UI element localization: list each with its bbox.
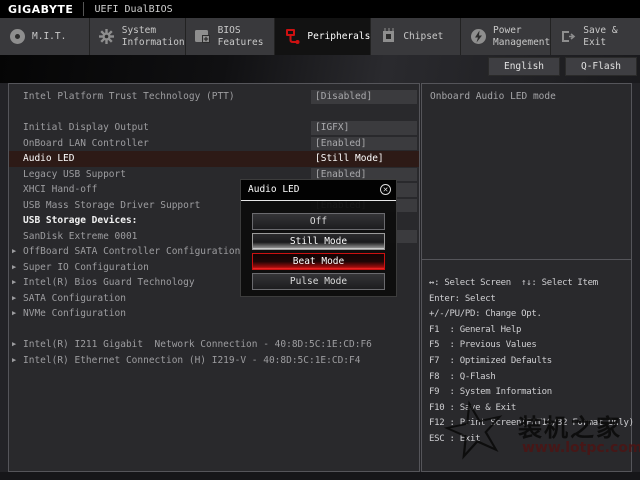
setting-label: Legacy USB Support [23, 167, 126, 183]
help-panel-divider [422, 259, 631, 260]
setting-label: OnBoard LAN Controller [23, 136, 149, 152]
bios-features-icon [194, 28, 212, 46]
key-legend-line: F1 : General Help [429, 323, 629, 339]
tab-label: System Information [122, 25, 185, 49]
chipset-icon [379, 28, 397, 46]
key-legend-line: Enter: Select [429, 292, 629, 308]
key-legend-line: F12 : Print Screen(FAT16/32 Format Only) [429, 416, 629, 432]
bottom-strip [0, 472, 640, 480]
dialog-options: Off Still Mode Beat Mode Pulse Mode [252, 213, 385, 290]
tab-label: M.I.T. [32, 31, 66, 43]
setting-row[interactable]: OnBoard LAN Controller [Enabled] [9, 136, 419, 152]
submenu-arrow-icon: ▶ [12, 260, 16, 276]
help-panel: Onboard Audio LED mode ↔: Select Screen … [421, 83, 632, 472]
setting-label: Intel(R) I211 Gigabit Network Connection… [23, 337, 372, 353]
key-legend-line: ↔: Select Screen ↑↓: Select Item [429, 276, 629, 292]
tab-label: BIOS Features [218, 25, 264, 49]
list-spacer [9, 105, 419, 121]
tab-save-exit[interactable]: Save & Exit [551, 18, 640, 55]
submenu-arrow-icon: ▶ [12, 291, 16, 307]
submenu-arrow-icon: ▶ [12, 337, 16, 353]
option-off[interactable]: Off [252, 213, 385, 230]
tab-label: Peripherals [307, 31, 370, 43]
tab-label: Save & Exit [583, 25, 640, 49]
setting-label: Initial Display Output [23, 120, 149, 136]
option-pulse-mode[interactable]: Pulse Mode [252, 273, 385, 290]
tab-label: Chipset [403, 31, 443, 43]
gigabyte-logo: GIGABYTE [0, 3, 83, 16]
tab-system-information[interactable]: System Information [90, 18, 186, 55]
tab-bios-features[interactable]: BIOS Features [186, 18, 276, 55]
setting-label: SATA Configuration [23, 291, 126, 307]
option-beat-mode[interactable]: Beat Mode [252, 253, 385, 270]
tab-peripherals[interactable]: Peripherals [275, 18, 371, 55]
setting-label: Intel Platform Trust Technology (PTT) [23, 89, 235, 105]
setting-row[interactable]: Intel Platform Trust Technology (PTT) [Di… [9, 89, 419, 105]
option-still-mode[interactable]: Still Mode [252, 233, 385, 250]
key-legend-line: F5 : Previous Values [429, 338, 629, 354]
tab-label: Power Management [493, 25, 550, 49]
dialog-title-text: Audio LED [248, 184, 299, 195]
item-help-text: Onboard Audio LED mode [430, 91, 556, 102]
submenu-arrow-icon: ▶ [12, 306, 16, 322]
submenu-arrow-icon: ▶ [12, 244, 16, 260]
power-management-icon [469, 28, 487, 46]
bios-screen: GIGABYTE UEFI DualBIOS M.I.T. System Info… [0, 0, 640, 480]
q-flash-button[interactable]: Q-Flash [565, 57, 637, 76]
key-legend-line: F10 : Save & Exit [429, 401, 629, 417]
system-information-icon [98, 28, 116, 46]
tab-bar: M.I.T. System Information BIOS Features Per… [0, 18, 640, 55]
key-legend: ↔: Select Screen ↑↓: Select ItemEnter: S… [429, 276, 629, 448]
setting-label: Audio LED [23, 151, 74, 167]
list-spacer [9, 322, 419, 338]
setting-value: [Still Mode] [311, 152, 417, 166]
setting-value: [Disabled] [311, 90, 417, 104]
audio-led-dialog: Audio LED ✕ Off Still Mode Beat Mode Pulse … [240, 179, 397, 297]
tab-m-i-t-[interactable]: M.I.T. [0, 18, 90, 55]
setting-label: SanDisk Extreme 0001 [23, 229, 137, 245]
setting-row[interactable]: Audio LED [Still Mode] [9, 151, 419, 167]
key-legend-line: F7 : Optimized Defaults [429, 354, 629, 370]
setting-label: OffBoard SATA Controller Configuration [23, 244, 240, 260]
setting-label: NVMe Configuration [23, 306, 126, 322]
setting-label: USB Storage Devices: [23, 213, 137, 229]
setting-label: Intel(R) Ethernet Connection (H) I219-V … [23, 353, 360, 369]
english-button[interactable]: English [488, 57, 560, 76]
dialog-title: Audio LED ✕ [241, 180, 396, 201]
submenu-arrow-icon: ▶ [12, 353, 16, 369]
submenu-arrow-icon: ▶ [12, 275, 16, 291]
save-exit-icon [559, 28, 577, 46]
submenu-row[interactable]: ▶ Intel(R) I211 Gigabit Network Connectio… [9, 337, 419, 353]
setting-label: XHCI Hand-off [23, 182, 97, 198]
peripherals-icon [283, 28, 301, 46]
submenu-row[interactable]: ▶ Intel(R) Ethernet Connection (H) I219-V… [9, 353, 419, 369]
decorative-band: English Q-Flash [0, 55, 640, 83]
submenu-row[interactable]: ▶ NVMe Configuration [9, 306, 419, 322]
key-legend-line: F9 : System Information [429, 385, 629, 401]
key-legend-line: +/-/PU/PD: Change Opt. [429, 307, 629, 323]
setting-label: USB Mass Storage Driver Support [23, 198, 200, 214]
setting-label: Intel(R) Bios Guard Technology [23, 275, 195, 291]
quick-buttons: English Q-Flash [488, 57, 637, 76]
setting-value: [Enabled] [311, 137, 417, 151]
title-bar: GIGABYTE UEFI DualBIOS [0, 0, 640, 18]
tab-chipset[interactable]: Chipset [371, 18, 461, 55]
firmware-title: UEFI DualBIOS [84, 4, 172, 15]
mit-icon [8, 28, 26, 46]
key-legend-line: F8 : Q-Flash [429, 370, 629, 386]
setting-row[interactable]: Initial Display Output [IGFX] [9, 120, 419, 136]
setting-value: [IGFX] [311, 121, 417, 135]
setting-label: Super IO Configuration [23, 260, 149, 276]
tab-power-management[interactable]: Power Management [461, 18, 551, 55]
key-legend-line: ESC : Exit [429, 432, 629, 448]
close-icon[interactable]: ✕ [380, 184, 391, 195]
